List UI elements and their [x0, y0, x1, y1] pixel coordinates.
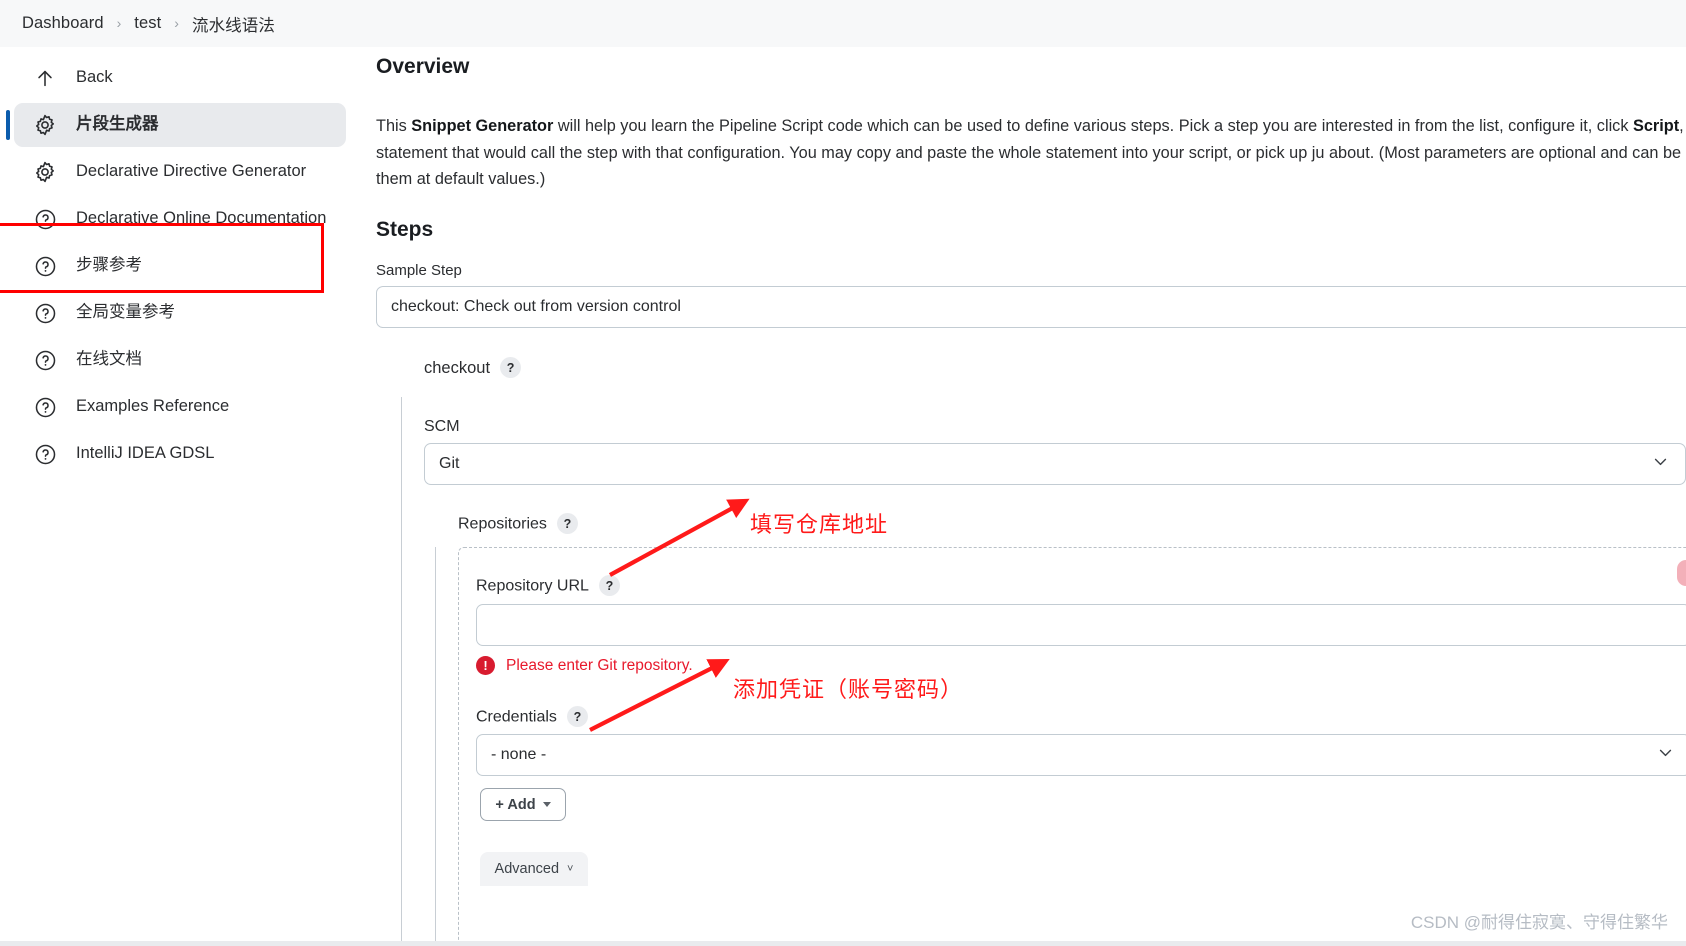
repositories-label-text: Repositories: [458, 515, 547, 533]
sidebar-item-label: 在线文档: [76, 349, 142, 368]
sidebar: Back 片段生成器 Declarative Directive Generat…: [0, 47, 360, 946]
advanced-toggle-button[interactable]: Advanced ˅: [480, 852, 588, 886]
credentials-label: Credentials?: [476, 706, 588, 728]
overview-paragraph: This Snippet Generator will help you lea…: [376, 113, 1686, 193]
add-credentials-button[interactable]: + Add: [480, 788, 566, 821]
repository-url-label: Repository URL?: [476, 575, 620, 597]
sidebar-item-label: Back: [76, 67, 113, 86]
breadcrumb-item-test[interactable]: test: [134, 14, 161, 33]
sidebar-item-back[interactable]: Back: [14, 56, 346, 100]
help-icon[interactable]: ?: [556, 513, 578, 534]
right-edge-nub[interactable]: [1677, 560, 1686, 586]
checkout-indent-rule: [401, 397, 402, 946]
overview-bold-script: Script: [1633, 117, 1680, 136]
checkout-section-label: checkout?: [424, 357, 522, 379]
steps-heading: Steps: [376, 218, 434, 241]
chevron-down-icon: ˅: [567, 863, 574, 875]
repository-url-error: ! Please enter Git repository.: [476, 656, 693, 675]
question-circle-icon: [32, 441, 58, 467]
sample-step-value: checkout: Check out from version control: [391, 298, 681, 315]
repository-url-input[interactable]: [476, 604, 1686, 646]
sidebar-item-label: 片段生成器: [76, 114, 159, 133]
help-icon[interactable]: ?: [566, 706, 588, 727]
sidebar-item-label: IntelliJ IDEA GDSL: [76, 443, 215, 462]
sidebar-item-declarative-directive-generator[interactable]: Declarative Directive Generator: [14, 150, 346, 194]
credentials-label-text: Credentials: [476, 708, 557, 726]
annotation-text-credentials: 添加凭证（账号密码）: [733, 677, 964, 702]
overview-text-2: will help you learn the Pipeline Script …: [553, 117, 1633, 136]
sample-step-label: Sample Step: [376, 262, 462, 279]
sidebar-item-label: Declarative Online Documentation: [76, 208, 327, 227]
breadcrumb: Dashboard › test › 流水线语法: [0, 0, 1686, 47]
advanced-button-label: Advanced: [494, 861, 560, 877]
breadcrumb-item-dashboard[interactable]: Dashboard: [22, 14, 104, 33]
overview-heading: Overview: [376, 55, 470, 78]
sidebar-item-label: Examples Reference: [76, 396, 230, 415]
help-icon[interactable]: ?: [598, 575, 620, 596]
scm-select[interactable]: Git: [424, 443, 1686, 485]
sidebar-item-declarative-online-documentation[interactable]: Declarative Online Documentation: [14, 197, 346, 241]
sidebar-item-online-documentation[interactable]: 在线文档: [14, 338, 346, 382]
error-icon: !: [476, 656, 495, 675]
question-circle-icon: [32, 206, 58, 232]
sidebar-item-step-reference[interactable]: 步骤参考: [14, 244, 346, 288]
checkout-label-text: checkout: [424, 358, 491, 377]
gear-icon: [32, 159, 58, 185]
arrow-up-icon: [32, 65, 58, 91]
app-root: Dashboard › test › 流水线语法 Back 片段生成器 Decl…: [0, 0, 1686, 946]
horizontal-scrollbar[interactable]: [0, 941, 1686, 946]
chevron-down-icon: [1652, 453, 1669, 475]
question-circle-icon: [32, 300, 58, 326]
overview-text-1: This: [376, 117, 412, 136]
question-circle-icon: [32, 394, 58, 420]
repositories-label: Repositories?: [458, 513, 578, 535]
scm-label: SCM: [424, 418, 460, 435]
gear-icon: [32, 112, 58, 138]
scm-value: Git: [439, 455, 460, 472]
chevron-down-icon: [1657, 744, 1674, 766]
overview-bold-snippet-generator: Snippet Generator: [411, 117, 554, 136]
annotation-text-repository: 填写仓库地址: [750, 512, 889, 537]
credentials-value: - none -: [491, 746, 547, 763]
sidebar-item-label: 步骤参考: [76, 255, 142, 274]
caret-down-icon: [542, 802, 551, 807]
watermark: CSDN @耐得住寂寞、守得住繁华: [1410, 913, 1668, 932]
repository-url-label-text: Repository URL: [476, 577, 589, 595]
sidebar-item-global-variable-reference[interactable]: 全局变量参考: [14, 291, 346, 335]
sidebar-item-label: Declarative Directive Generator: [76, 161, 307, 180]
sidebar-item-snippet-generator[interactable]: 片段生成器: [6, 103, 346, 147]
breadcrumb-item-pipeline-syntax[interactable]: 流水线语法: [192, 12, 275, 36]
credentials-select[interactable]: - none -: [476, 734, 1686, 776]
question-circle-icon: [32, 253, 58, 279]
sample-step-select[interactable]: checkout: Check out from version control: [376, 286, 1686, 328]
main-content: Overview This Snippet Generator will hel…: [360, 47, 1686, 946]
add-button-label: + Add: [495, 796, 536, 813]
breadcrumb-separator-icon: ›: [116, 14, 122, 31]
help-icon[interactable]: ?: [500, 357, 522, 378]
repository-url-error-text: Please enter Git repository.: [506, 656, 693, 674]
repositories-indent-rule: [435, 547, 436, 946]
sidebar-item-label: 全局变量参考: [76, 302, 175, 321]
sidebar-item-intellij-idea-gdsl[interactable]: IntelliJ IDEA GDSL: [14, 432, 346, 476]
sidebar-item-examples-reference[interactable]: Examples Reference: [14, 385, 346, 429]
breadcrumb-separator-icon: ›: [174, 14, 179, 31]
question-circle-icon: [32, 347, 58, 373]
